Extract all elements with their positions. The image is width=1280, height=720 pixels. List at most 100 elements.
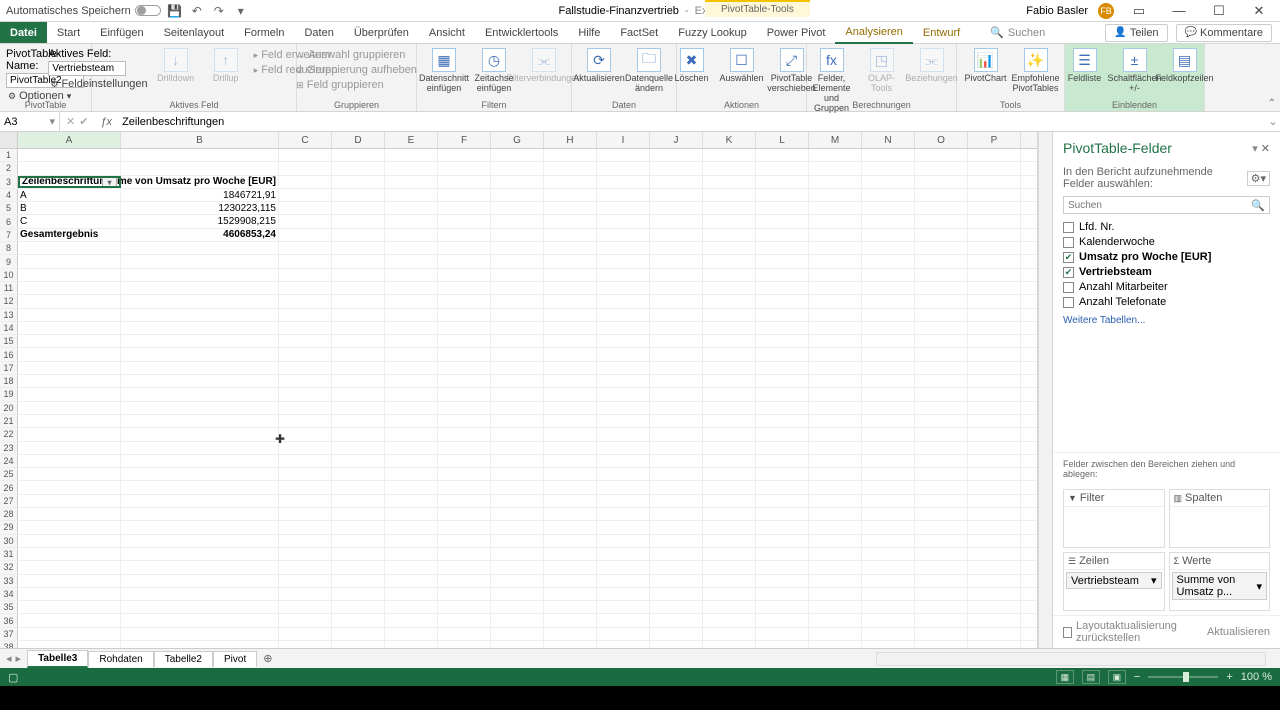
- cell[interactable]: [703, 295, 756, 307]
- values-area[interactable]: Σ WerteSumme von Umsatz p...▾: [1169, 552, 1271, 611]
- col-header-G[interactable]: G: [491, 132, 544, 148]
- cell[interactable]: [491, 628, 544, 640]
- cell[interactable]: [703, 468, 756, 480]
- col-header-B[interactable]: B: [121, 132, 279, 148]
- close-icon[interactable]: ✕: [1244, 0, 1274, 22]
- cell[interactable]: [332, 309, 385, 321]
- cell[interactable]: [809, 362, 862, 374]
- cell[interactable]: [968, 468, 1021, 480]
- cell[interactable]: [650, 601, 703, 613]
- cell[interactable]: [332, 628, 385, 640]
- refresh-button[interactable]: ⟳Aktualisieren: [575, 46, 623, 84]
- cell[interactable]: [862, 442, 915, 454]
- row-header[interactable]: 33: [0, 575, 18, 587]
- cell[interactable]: [491, 335, 544, 347]
- cell[interactable]: [121, 628, 279, 640]
- cell[interactable]: [809, 495, 862, 507]
- cell[interactable]: [650, 176, 703, 188]
- cell[interactable]: [544, 561, 597, 573]
- cell[interactable]: [968, 388, 1021, 400]
- tab-entwicklertools[interactable]: Entwicklertools: [475, 22, 568, 43]
- cell[interactable]: [332, 495, 385, 507]
- cell[interactable]: [915, 189, 968, 201]
- cell[interactable]: [756, 561, 809, 573]
- cell[interactable]: [703, 628, 756, 640]
- row-header[interactable]: 16: [0, 348, 18, 360]
- cell[interactable]: [279, 282, 332, 294]
- row-header[interactable]: 3: [0, 176, 18, 188]
- cell[interactable]: [279, 428, 332, 440]
- page-layout-view-icon[interactable]: ▤: [1082, 670, 1100, 684]
- cell[interactable]: [597, 442, 650, 454]
- col-header-N[interactable]: N: [862, 132, 915, 148]
- cell[interactable]: [650, 575, 703, 587]
- cell[interactable]: [968, 282, 1021, 294]
- cell[interactable]: [968, 442, 1021, 454]
- cell[interactable]: [968, 548, 1021, 560]
- gear-icon[interactable]: ⚙▾: [1247, 171, 1270, 186]
- cell[interactable]: [968, 481, 1021, 493]
- cell[interactable]: [968, 455, 1021, 467]
- cell[interactable]: [809, 548, 862, 560]
- tab-analysieren[interactable]: Analysieren: [835, 22, 912, 44]
- columns-area[interactable]: ▥ Spalten: [1169, 489, 1271, 548]
- row-header[interactable]: 9: [0, 255, 18, 267]
- cell[interactable]: [809, 282, 862, 294]
- cell[interactable]: [597, 176, 650, 188]
- cell[interactable]: [18, 362, 121, 374]
- row-header[interactable]: 18: [0, 375, 18, 387]
- cell[interactable]: [491, 601, 544, 613]
- cell[interactable]: [279, 641, 332, 648]
- cell[interactable]: [491, 535, 544, 547]
- cell[interactable]: [279, 362, 332, 374]
- add-sheet-button[interactable]: ⊕: [257, 652, 278, 665]
- cell[interactable]: [862, 202, 915, 214]
- cell[interactable]: [332, 455, 385, 467]
- cell[interactable]: [597, 495, 650, 507]
- cell[interactable]: [703, 269, 756, 281]
- cell[interactable]: [862, 375, 915, 387]
- cell[interactable]: [703, 508, 756, 520]
- cell[interactable]: [438, 176, 491, 188]
- cell[interactable]: [438, 561, 491, 573]
- cell[interactable]: [862, 269, 915, 281]
- cell[interactable]: [332, 149, 385, 161]
- cell[interactable]: [438, 575, 491, 587]
- row-header[interactable]: 13: [0, 309, 18, 321]
- row-header[interactable]: 36: [0, 614, 18, 626]
- cell[interactable]: [650, 322, 703, 334]
- cell[interactable]: [491, 442, 544, 454]
- cell[interactable]: [438, 628, 491, 640]
- cell[interactable]: [438, 242, 491, 254]
- cell[interactable]: [650, 388, 703, 400]
- cell[interactable]: [491, 189, 544, 201]
- change-datasource-button[interactable]: 🗀Datenquelle ändern: [625, 46, 673, 94]
- cell[interactable]: [597, 309, 650, 321]
- cell[interactable]: [121, 561, 279, 573]
- cell[interactable]: [332, 402, 385, 414]
- zoom-out-icon[interactable]: −: [1134, 671, 1140, 683]
- close-pane-icon[interactable]: ✕: [1261, 143, 1270, 155]
- cell[interactable]: [703, 495, 756, 507]
- cell[interactable]: [756, 335, 809, 347]
- cell[interactable]: [756, 269, 809, 281]
- row-header[interactable]: 34: [0, 588, 18, 600]
- cell[interactable]: [703, 641, 756, 648]
- cell[interactable]: [650, 508, 703, 520]
- cell[interactable]: [809, 215, 862, 227]
- cell[interactable]: [438, 388, 491, 400]
- cell[interactable]: [915, 388, 968, 400]
- row-header[interactable]: 7: [0, 229, 18, 241]
- cell[interactable]: [332, 575, 385, 587]
- cell[interactable]: [332, 269, 385, 281]
- cell[interactable]: [862, 468, 915, 480]
- cell[interactable]: [809, 614, 862, 626]
- expand-formula-bar-icon[interactable]: ⌄: [1266, 115, 1280, 128]
- cell[interactable]: [756, 402, 809, 414]
- cell[interactable]: [121, 508, 279, 520]
- cell[interactable]: [385, 362, 438, 374]
- cell[interactable]: [756, 481, 809, 493]
- cell[interactable]: [544, 548, 597, 560]
- cell[interactable]: [121, 481, 279, 493]
- cell[interactable]: [862, 508, 915, 520]
